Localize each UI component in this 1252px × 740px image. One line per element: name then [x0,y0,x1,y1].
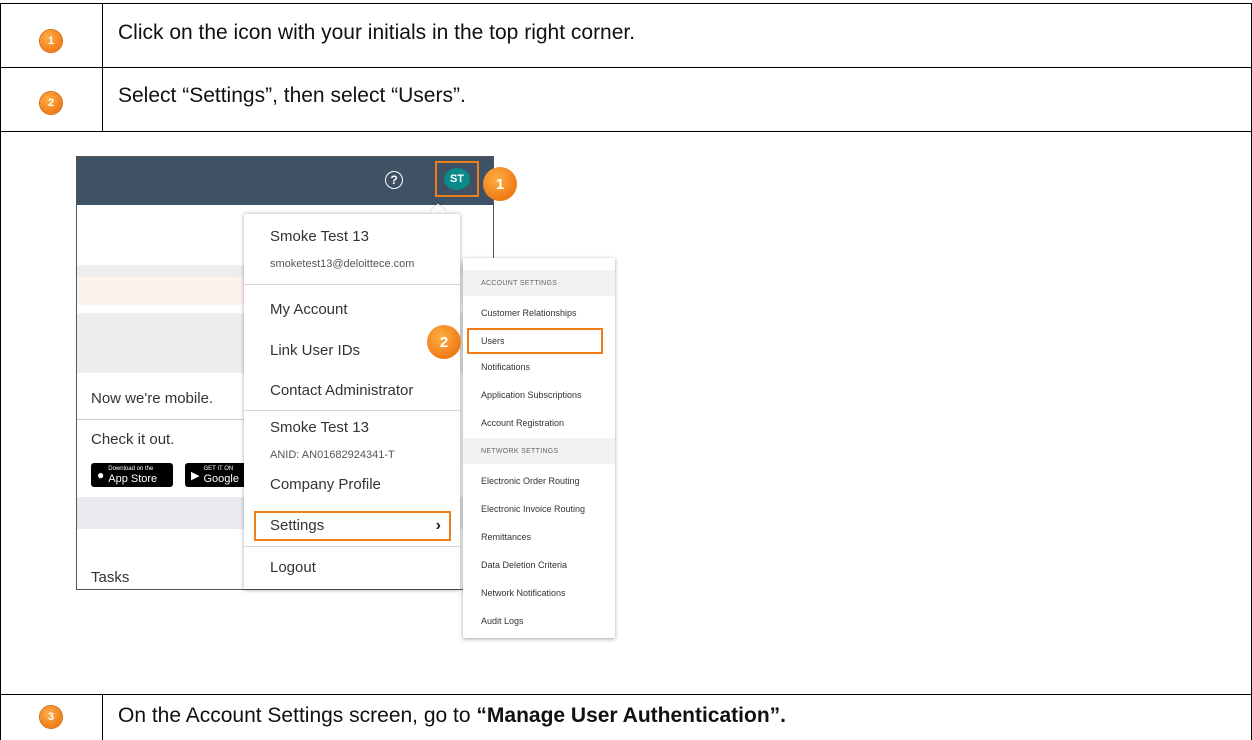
callout-1-badge: 1 [483,167,517,201]
menu-item-settings[interactable]: Settings [270,517,324,534]
step-3-text: On the Account Settings screen, go to [118,704,477,727]
table-top-border [0,3,1252,4]
submenu-item-account-registration[interactable]: Account Registration [481,418,564,428]
callout-number: 2 [439,333,449,351]
apple-icon: ● [97,468,105,482]
app-header-bar [77,157,493,205]
menu-item-contact-administrator[interactable]: Contact Administrator [270,382,413,399]
account-settings-header: ACCOUNT SETTINGS [463,270,615,296]
submenu-item-data-deletion-criteria[interactable]: Data Deletion Criteria [481,560,567,570]
step-3-instruction: On the Account Settings screen, go to “M… [118,704,786,728]
menu-user-name: Smoke Test 13 [270,228,369,245]
callout-number: 1 [495,175,505,193]
step-2-instruction: Select “Settings”, then select “Users”. [118,84,466,107]
settings-highlight[interactable]: Settings › [254,511,451,541]
avatar[interactable]: ST [444,168,470,190]
step-number: 2 [47,97,55,109]
avatar-initials: ST [449,173,465,185]
step-2-badge: 2 [40,92,62,114]
tasks-label: Tasks [91,569,130,586]
table-left-border [0,3,1,740]
table-row-divider [0,131,1252,132]
menu-divider [244,546,460,547]
step-1-instruction: Click on the icon with your initials in … [118,21,636,44]
user-menu: Smoke Test 13 smoketest13@deloittece.com… [244,213,460,589]
step-number: 1 [47,35,55,47]
app-store-badge[interactable]: ● Download on the App Store [91,463,173,487]
divider [77,419,247,420]
submenu-item-electronic-order-routing[interactable]: Electronic Order Routing [481,476,580,486]
mobile-promo-text: Now we're mobile. [91,390,214,407]
menu-user-email: smoketest13@deloittece.com [270,258,415,270]
menu-item-logout[interactable]: Logout [270,559,316,576]
settings-submenu: ACCOUNT SETTINGS Customer Relationships … [463,258,615,638]
menu-divider [244,410,460,411]
google-play-label: GET IT ON Google [203,465,239,485]
chevron-right-icon: › [435,517,441,534]
table-row-divider [0,67,1252,68]
submenu-item-notifications[interactable]: Notifications [481,362,530,372]
menu-item-link-user-ids[interactable]: Link User IDs [270,342,360,359]
avatar-highlight: ST [435,161,479,197]
menu-company-name: Smoke Test 13 [270,419,369,436]
table-column-divider [102,3,103,131]
step-1-badge: 1 [40,30,62,52]
submenu-item-network-notifications[interactable]: Network Notifications [481,588,566,598]
help-icon[interactable]: ? [385,171,403,189]
submenu-item-audit-logs[interactable]: Audit Logs [481,616,524,626]
submenu-item-application-subscriptions[interactable]: Application Subscriptions [481,390,582,400]
step-3-badge: 3 [40,706,62,728]
step-3-emphasis: “Manage User Authentication”. [476,704,786,727]
submenu-item-electronic-invoice-routing[interactable]: Electronic Invoice Routing [481,504,585,514]
callout-2-badge: 2 [427,325,461,359]
app-store-label: Download on the App Store [108,465,158,485]
help-glyph: ? [390,173,398,187]
network-settings-header: NETWORK SETTINGS [463,438,615,464]
play-icon: ▶ [191,469,200,482]
menu-divider [244,284,460,285]
table-column-divider [102,694,103,740]
submenu-item-users[interactable]: Users [481,336,505,346]
menu-item-company-profile[interactable]: Company Profile [270,476,381,493]
table-row-divider [0,694,1252,695]
menu-anid: ANID: AN01682924341-T [270,449,395,461]
submenu-item-remittances[interactable]: Remittances [481,532,531,542]
submenu-item-customer-relationships[interactable]: Customer Relationships [481,308,577,318]
check-it-out-text: Check it out. [91,431,175,448]
menu-item-my-account[interactable]: My Account [270,301,348,318]
step-number: 3 [47,711,55,723]
